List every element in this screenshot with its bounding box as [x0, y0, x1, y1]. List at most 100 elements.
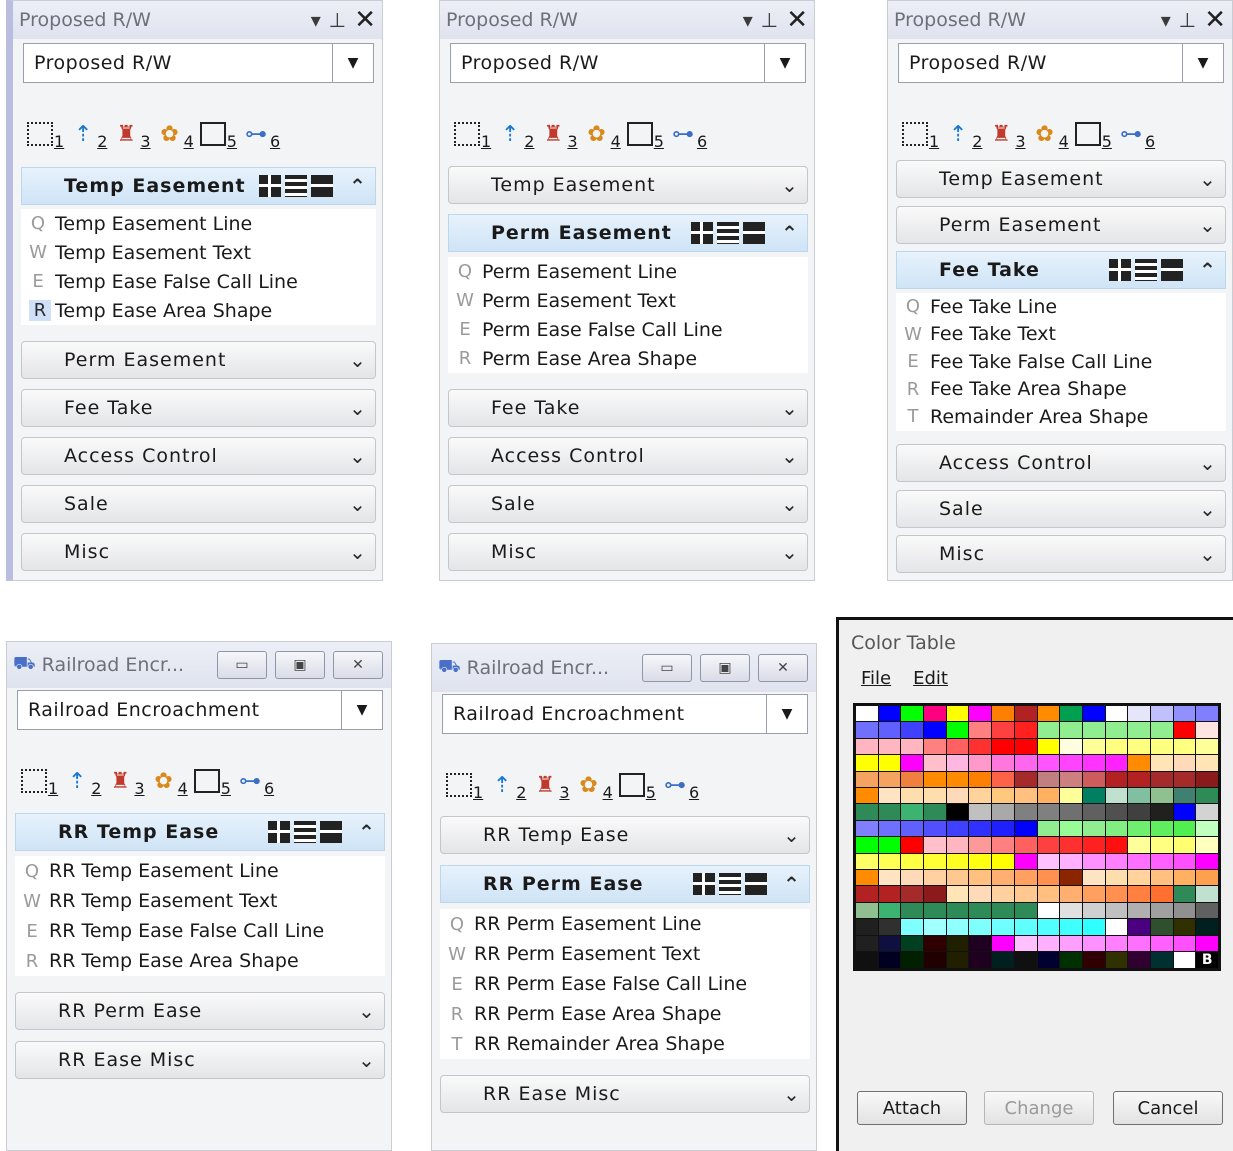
- color-swatch[interactable]: [878, 886, 901, 902]
- panel-titlebar[interactable]: Proposed R/W ▾ ⊥ ✕: [440, 1, 814, 39]
- color-swatch[interactable]: [1060, 820, 1082, 837]
- color-swatch[interactable]: [946, 706, 969, 722]
- color-swatch[interactable]: [1105, 722, 1128, 738]
- menu-dropdown-icon[interactable]: ▾: [1161, 10, 1171, 30]
- color-swatch[interactable]: [1196, 886, 1218, 902]
- color-swatch[interactable]: [1037, 869, 1060, 886]
- color-swatch[interactable]: [901, 706, 924, 722]
- color-swatch[interactable]: [946, 919, 969, 935]
- color-swatch[interactable]: [1173, 837, 1196, 853]
- color-swatch[interactable]: [1196, 902, 1218, 919]
- color-swatch[interactable]: [969, 738, 992, 755]
- color-swatch[interactable]: [1082, 738, 1105, 755]
- color-swatch[interactable]: [1060, 706, 1082, 722]
- color-swatch[interactable]: [1196, 787, 1218, 804]
- section-rr-temp-ease[interactable]: RR Temp Ease ⌃: [15, 813, 385, 851]
- color-swatch[interactable]: [856, 722, 878, 738]
- minimize-button[interactable]: ▭: [642, 654, 692, 682]
- color-swatch[interactable]: [1173, 935, 1196, 951]
- color-swatch[interactable]: [878, 951, 901, 968]
- color-swatch[interactable]: [1105, 853, 1128, 869]
- color-swatch[interactable]: [1082, 787, 1105, 804]
- color-swatch[interactable]: [1196, 935, 1218, 951]
- color-swatch[interactable]: [1082, 902, 1105, 919]
- list-item[interactable]: E Perm Ease False Call Line: [448, 315, 808, 344]
- panel-titlebar[interactable]: ⛟ Railroad Encr... ▭ ▣ ✕: [432, 644, 816, 692]
- panel-titlebar[interactable]: Proposed R/W ▾ ⊥ ✕: [888, 1, 1232, 39]
- color-swatch[interactable]: [1196, 837, 1218, 853]
- color-swatch[interactable]: [1060, 919, 1082, 935]
- list-item[interactable]: Q RR Temp Easement Line: [15, 856, 385, 886]
- color-swatch[interactable]: [1105, 755, 1128, 771]
- color-swatch[interactable]: [1128, 738, 1150, 755]
- tool-6[interactable]: ⊶ 6: [662, 768, 699, 803]
- color-swatch[interactable]: [878, 755, 901, 771]
- task-dropdown[interactable]: Railroad Encroachment ▼: [17, 690, 383, 730]
- color-swatch[interactable]: [992, 771, 1014, 787]
- list-item[interactable]: R RR Perm Ease Area Shape: [440, 999, 810, 1029]
- chevron-up-icon[interactable]: ⌃: [773, 221, 807, 245]
- color-swatch[interactable]: [1105, 706, 1128, 722]
- color-swatch[interactable]: [969, 886, 992, 902]
- tool-2[interactable]: ⇡ 2: [70, 117, 107, 152]
- color-swatch[interactable]: [901, 886, 924, 902]
- list-item[interactable]: W Perm Easement Text: [448, 286, 808, 315]
- color-swatch[interactable]: [1150, 853, 1173, 869]
- color-swatch[interactable]: [1196, 869, 1218, 886]
- color-swatch[interactable]: [946, 755, 969, 771]
- list-item[interactable]: R Perm Ease Area Shape: [448, 344, 808, 373]
- color-swatch[interactable]: [1150, 722, 1173, 738]
- tool-4[interactable]: ✿ 4: [1032, 117, 1068, 152]
- color-swatch[interactable]: [969, 935, 992, 951]
- color-swatch[interactable]: [946, 853, 969, 869]
- tool-2[interactable]: ⇡ 2: [945, 117, 982, 152]
- section-perm-easement[interactable]: Perm Easement ⌃: [448, 214, 808, 252]
- chevron-down-icon[interactable]: ▼: [332, 44, 373, 82]
- close-icon[interactable]: ✕: [354, 7, 376, 33]
- tool-5[interactable]: 5: [193, 764, 231, 798]
- color-swatch[interactable]: [1173, 787, 1196, 804]
- color-swatch[interactable]: [924, 820, 946, 837]
- color-swatch[interactable]: [1128, 771, 1150, 787]
- menu-file[interactable]: File: [861, 668, 891, 689]
- color-swatch[interactable]: [924, 919, 946, 935]
- tool-6[interactable]: ⊶ 6: [237, 764, 274, 799]
- color-swatch[interactable]: [946, 902, 969, 919]
- color-swatch[interactable]: [901, 755, 924, 771]
- color-swatch[interactable]: [1150, 771, 1173, 787]
- tool-5[interactable]: 5: [1074, 117, 1112, 151]
- list-item[interactable]: E Fee Take False Call Line: [896, 348, 1226, 376]
- icon-view-icon[interactable]: [1109, 259, 1131, 281]
- color-swatch[interactable]: [1037, 755, 1060, 771]
- close-icon[interactable]: ✕: [1204, 7, 1226, 33]
- color-swatch[interactable]: [946, 935, 969, 951]
- color-swatch[interactable]: [924, 886, 946, 902]
- color-swatch[interactable]: [1150, 787, 1173, 804]
- color-swatch[interactable]: [1105, 919, 1128, 935]
- color-swatch[interactable]: [992, 755, 1014, 771]
- color-swatch[interactable]: [1060, 837, 1082, 853]
- tool-2[interactable]: ⇡ 2: [489, 768, 526, 803]
- list-item[interactable]: E Temp Ease False Call Line: [21, 267, 376, 296]
- color-swatch[interactable]: [924, 837, 946, 853]
- color-swatch[interactable]: [1173, 771, 1196, 787]
- color-swatch[interactable]: [1014, 706, 1037, 722]
- section-fee-take[interactable]: Fee Take ⌄: [448, 389, 808, 427]
- section-temp-easement[interactable]: Temp Easement ⌄: [448, 166, 808, 204]
- color-swatch[interactable]: [901, 902, 924, 919]
- color-swatch[interactable]: [1173, 722, 1196, 738]
- color-swatch[interactable]: [1128, 902, 1150, 919]
- color-swatch[interactable]: [969, 853, 992, 869]
- color-swatch[interactable]: [878, 706, 901, 722]
- section-sale[interactable]: Sale ⌄: [21, 485, 376, 523]
- color-swatch[interactable]: [1037, 951, 1060, 968]
- section-rr-perm-ease[interactable]: RR Perm Ease ⌄: [15, 992, 385, 1030]
- list-view-icon[interactable]: [285, 175, 307, 197]
- color-swatch[interactable]: [1150, 951, 1173, 968]
- color-swatch[interactable]: [1014, 853, 1037, 869]
- color-swatch[interactable]: [1173, 820, 1196, 837]
- color-swatch[interactable]: [924, 804, 946, 820]
- menu-edit[interactable]: Edit: [913, 668, 948, 689]
- task-dropdown[interactable]: Proposed R/W ▼: [898, 43, 1224, 83]
- color-swatch[interactable]: [1037, 738, 1060, 755]
